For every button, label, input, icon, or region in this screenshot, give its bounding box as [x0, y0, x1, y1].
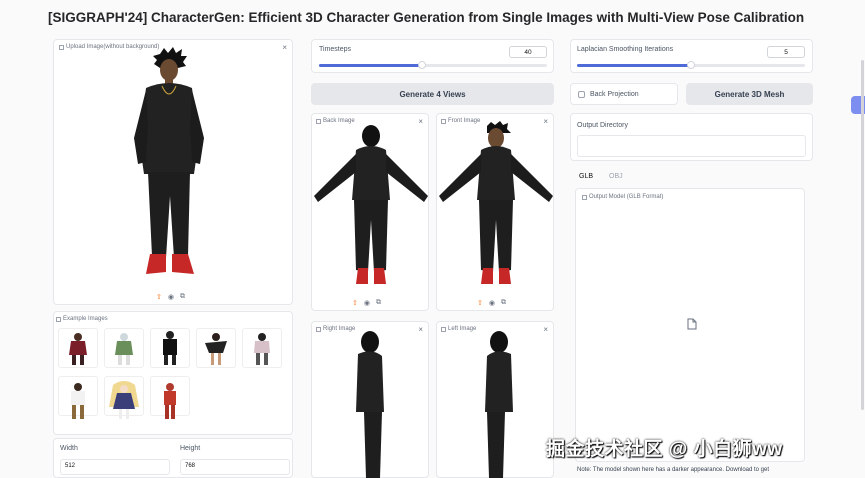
back-projection-label: Back Projection — [590, 91, 639, 98]
page-title: [SIGGRAPH'24] CharacterGen: Efficient 3D… — [48, 10, 805, 25]
generate-4-views-button[interactable]: Generate 4 Views — [311, 83, 554, 105]
output-model-label-text: Output Model (GLB Format) — [589, 194, 664, 200]
timesteps-slider-handle[interactable] — [417, 61, 426, 69]
watermark-text: 掘金技术社区 @ 小白狮ww — [546, 439, 783, 460]
timesteps-slider[interactable] — [319, 61, 547, 69]
left-view-image — [485, 331, 513, 478]
left-image-panel: Left Image × — [436, 321, 554, 478]
output-directory-input[interactable] — [577, 135, 806, 157]
webcam-icon[interactable]: ◉ — [364, 299, 370, 307]
output-model-label: Output Model (GLB Format) — [582, 194, 663, 200]
paste-icon[interactable]: ⧉ — [376, 299, 381, 307]
back-projection-option[interactable]: Back Projection — [570, 83, 678, 105]
paste-icon[interactable]: ⧉ — [501, 299, 506, 307]
upload-icon[interactable]: ⇧ — [156, 293, 162, 301]
app-page: [SIGGRAPH'24] CharacterGen: Efficient 3D… — [0, 0, 865, 478]
width-label: Width — [60, 445, 78, 452]
front-image-panel: Front Image × ⇧ ◉ ⧉ — [436, 113, 554, 311]
back-image-panel: Back Image × ⇧ ◉ ⧉ — [311, 113, 429, 311]
webcam-icon[interactable]: ◉ — [489, 299, 495, 307]
laplacian-input[interactable]: 5 — [767, 46, 805, 58]
timesteps-input[interactable]: 40 — [509, 46, 547, 58]
tab-glb[interactable]: GLB — [579, 173, 593, 180]
back-projection-checkbox[interactable] — [578, 91, 585, 98]
image-icon — [316, 326, 321, 332]
examples-label: Example Images — [56, 316, 108, 322]
laplacian-slider-handle[interactable] — [687, 61, 695, 69]
examples-label-text: Example Images — [63, 316, 108, 322]
empty-file-icon — [687, 318, 697, 330]
laplacian-label: Laplacian Smoothing Iterations — [577, 46, 674, 53]
image-icon — [59, 44, 64, 50]
example-images-panel: Example Images — [53, 311, 293, 435]
image-icon — [441, 326, 446, 332]
output-directory-label: Output Directory — [577, 122, 628, 129]
output-model-panel: Output Model (GLB Format) — [575, 188, 805, 462]
right-view-image — [356, 331, 384, 478]
paste-icon[interactable]: ⧉ — [180, 293, 185, 301]
tab-obj[interactable]: OBJ — [609, 173, 623, 180]
upload-tools: ⇧ ◉ ⧉ — [156, 293, 185, 301]
example-image-3[interactable] — [150, 328, 190, 368]
character-front-image — [134, 47, 204, 274]
example-image-2[interactable] — [104, 328, 144, 368]
file-icon — [582, 194, 587, 200]
output-note: Note: The model shown here has a darker … — [577, 467, 770, 473]
grid-icon — [56, 316, 61, 322]
timesteps-panel: Timesteps 40 — [311, 39, 554, 73]
close-icon[interactable]: × — [418, 325, 423, 334]
example-image-5[interactable] — [242, 328, 282, 368]
laplacian-panel: Laplacian Smoothing Iterations 5 — [570, 39, 813, 73]
back-image-tools: ⇧ ◉ ⧉ — [352, 299, 381, 307]
scrollbar[interactable] — [861, 60, 864, 410]
example-image-6[interactable] — [58, 376, 98, 419]
front-image-tools: ⇧ ◉ ⧉ — [477, 299, 506, 307]
webcam-icon[interactable]: ◉ — [168, 293, 174, 301]
example-image-8[interactable] — [150, 376, 190, 419]
generate-3d-mesh-button[interactable]: Generate 3D Mesh — [686, 83, 813, 105]
output-directory-panel: Output Directory — [570, 113, 813, 161]
upload-image-panel[interactable]: Upload Image(without background) × ⇧ ◉ ⧉ — [53, 39, 293, 305]
example-image-4[interactable] — [196, 328, 236, 368]
upload-icon[interactable]: ⇧ — [477, 299, 483, 307]
example-image-7[interactable] — [104, 376, 144, 419]
width-input[interactable]: 512 — [60, 459, 170, 475]
close-icon[interactable]: × — [282, 43, 287, 52]
timesteps-slider-fill — [319, 64, 422, 67]
example-image-1[interactable] — [58, 328, 98, 368]
dimensions-panel: Width 512 Height 768 — [53, 438, 293, 478]
close-icon[interactable]: × — [543, 325, 548, 334]
laplacian-slider[interactable] — [577, 61, 805, 69]
laplacian-slider-fill — [577, 64, 691, 67]
height-input[interactable]: 768 — [180, 459, 290, 475]
right-image-panel: Right Image × — [311, 321, 429, 478]
back-view-image — [314, 125, 428, 284]
timesteps-label: Timesteps — [319, 46, 352, 53]
upload-icon[interactable]: ⇧ — [352, 299, 358, 307]
front-view-image — [439, 121, 553, 284]
height-label: Height — [180, 445, 201, 452]
